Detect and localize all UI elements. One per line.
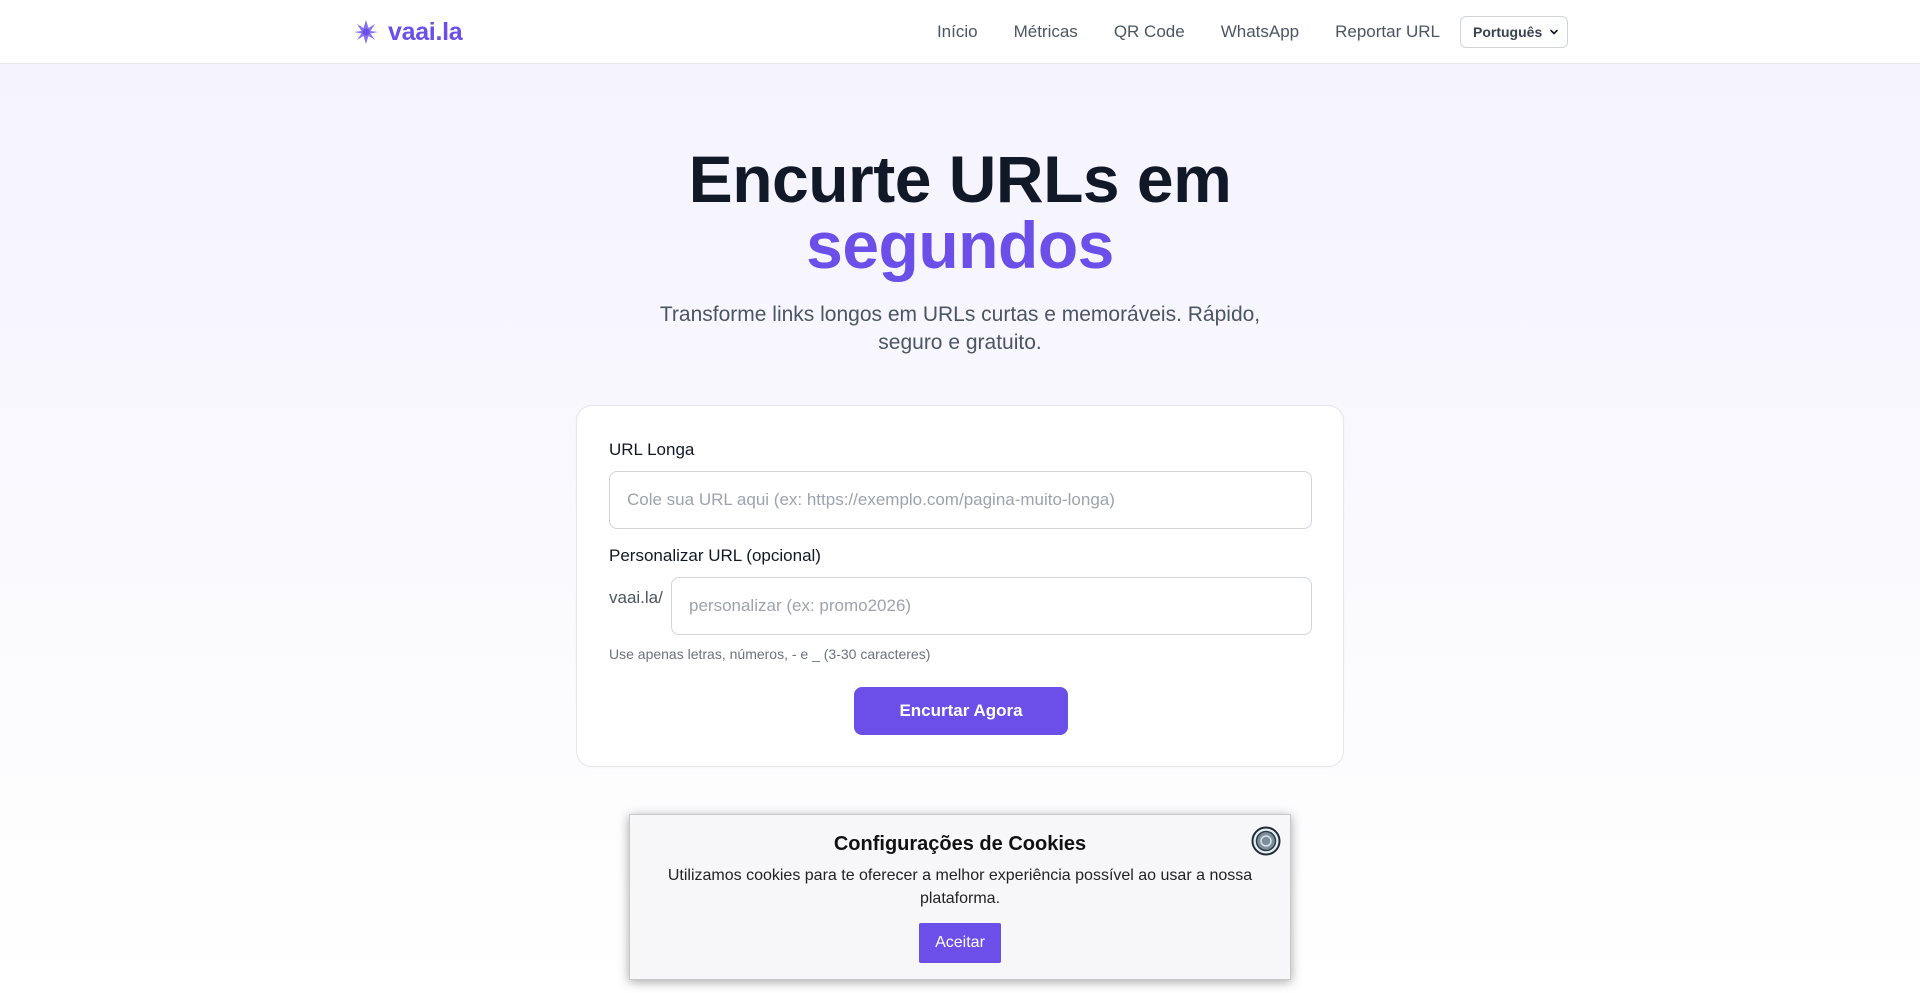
hero-title-accent: segundos — [806, 208, 1114, 282]
navbar-inner: vaai.la Início Métricas QR Code WhatsApp… — [352, 0, 1568, 64]
nav-link-metricas[interactable]: Métricas — [1014, 22, 1078, 42]
language-select[interactable]: Português — [1460, 16, 1568, 48]
cookie-close-button[interactable] — [1251, 826, 1281, 856]
brand-name: vaai.la — [388, 17, 463, 46]
nav-links: Início Métricas QR Code WhatsApp Reporta… — [937, 16, 1568, 48]
nav-link-reportar-url[interactable]: Reportar URL — [1335, 22, 1440, 42]
language-select-value: Português — [1473, 24, 1543, 40]
custom-url-hint: Use apenas letras, números, - e _ (3-30 … — [609, 646, 931, 662]
chevron-down-icon — [1550, 29, 1558, 35]
close-circle-icon — [1251, 826, 1281, 856]
nav-link-qr-code[interactable]: QR Code — [1114, 22, 1185, 42]
cookie-title: Configurações de Cookies — [833, 833, 1087, 855]
custom-url-label: Personalizar URL (opcional) — [609, 546, 821, 565]
custom-url-input[interactable] — [671, 577, 1312, 635]
cookie-banner: Configurações de Cookies Utilizamos cook… — [629, 814, 1291, 980]
navbar: vaai.la Início Métricas QR Code WhatsApp… — [0, 0, 1920, 64]
sparkle-logo-icon — [354, 20, 378, 44]
cookie-accept-button[interactable]: Aceitar — [919, 923, 1001, 963]
nav-link-inicio[interactable]: Início — [937, 22, 978, 42]
nav-link-whatsapp[interactable]: WhatsApp — [1221, 22, 1299, 42]
hero-subtitle: Transforme links longos em URLs curtas e… — [659, 303, 1261, 354]
url-field-label: URL Longa — [609, 440, 695, 459]
long-url-input[interactable] — [609, 471, 1312, 529]
shorten-button[interactable]: Encurtar Agora — [854, 687, 1068, 735]
hero-title: Encurte URLs em segundos — [0, 146, 1920, 278]
brand-logo-link[interactable]: vaai.la — [352, 16, 463, 48]
hero-title-line1: Encurte URLs em — [688, 142, 1232, 216]
shorten-form-card: URL Longa Personalizar URL (opcional) va… — [576, 405, 1344, 767]
cookie-text: Utilizamos cookies para te oferecer a me… — [667, 867, 1253, 907]
custom-url-prefix: vaai.la/ — [609, 588, 663, 607]
